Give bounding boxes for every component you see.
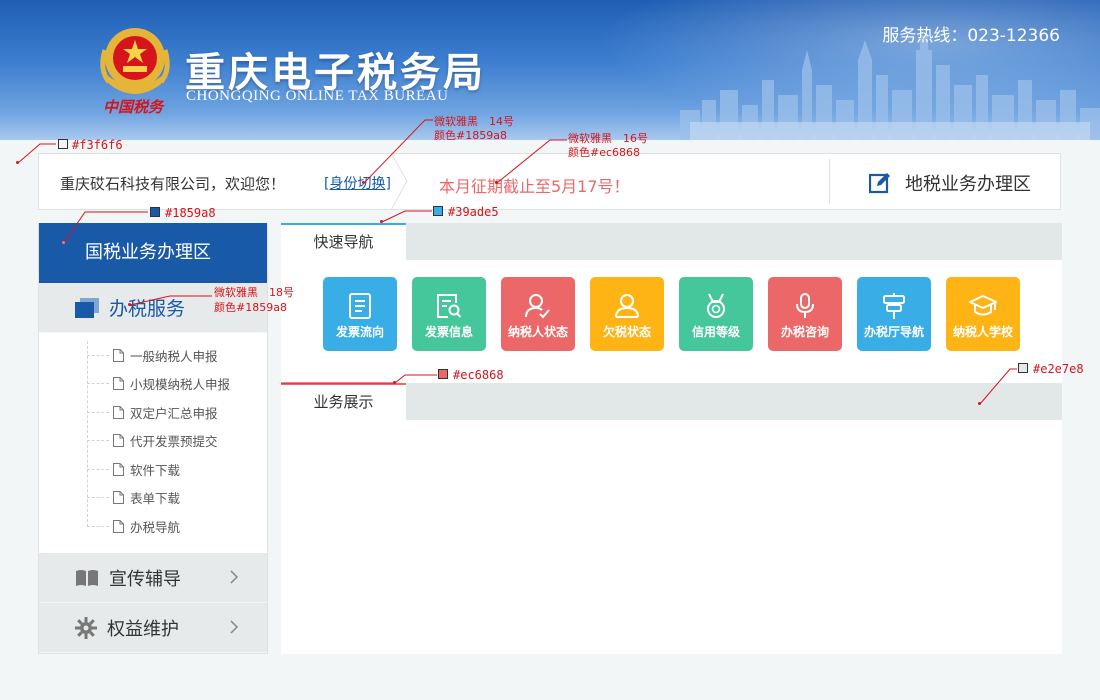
site-header: 中国税务 重庆电子税务局 CHONGQING ONLINE TAX BUREAU…	[0, 0, 1100, 140]
local-tax-zone-label: 地税业务办理区	[905, 174, 1031, 195]
document-icon	[113, 519, 124, 533]
sidebar-sub-item[interactable]: 软件下载	[87, 455, 267, 484]
site-subtitle: CHONGQING ONLINE TAX BUREAU	[186, 88, 449, 104]
nav-button-taxpayer-school[interactable]: 纳税人学校	[946, 277, 1020, 351]
sidebar-sub-item[interactable]: 小规模纳税人申报	[87, 370, 267, 399]
emblem-caption: 中国税务	[103, 98, 164, 116]
document-icon	[113, 405, 124, 419]
switch-identity-link[interactable]: [身份切换]	[324, 173, 391, 193]
user-check-icon	[525, 294, 550, 319]
local-tax-zone-link[interactable]: 地税业务办理区	[869, 170, 1031, 196]
document-icon	[113, 434, 124, 448]
document-icon	[113, 491, 124, 505]
color-swatch	[58, 139, 68, 149]
sidebar-group-publicity[interactable]: 宣传辅导	[39, 553, 267, 603]
tab-business-display[interactable]: 业务展示	[281, 383, 406, 420]
nav-button-credit-rating[interactable]: 信用等级	[679, 277, 753, 351]
document-list-icon	[349, 293, 371, 319]
nav-button-tax-consult[interactable]: 办税咨询	[768, 277, 842, 351]
sidebar-sub-item[interactable]: 办税导航	[87, 512, 267, 541]
document-icon	[113, 462, 124, 476]
business-tab-bar: 业务展示	[281, 383, 1062, 420]
quick-nav-tab-bar: 快速导航	[281, 223, 1062, 260]
nav-button-tax-arrears[interactable]: 欠税状态	[590, 277, 664, 351]
edit-icon	[869, 173, 890, 194]
microphone-icon	[796, 293, 814, 318]
bar-divider	[829, 159, 830, 204]
tab-quick-nav[interactable]: 快速导航	[281, 223, 406, 260]
main-content: 快速导航 发票流向 发票信息 纳税人状态 欠税状态 信用等级 办税咨询 办税厅导…	[281, 223, 1062, 654]
sidebar-sub-item[interactable]: 代开发票预提交	[87, 427, 267, 456]
sidebar-group-label: 权益维护	[107, 618, 179, 640]
city-skyline-illustration	[680, 35, 1100, 140]
sidebar-sub-list: 一般纳税人申报 小规模纳税人申报 双定户汇总申报 代开发票预提交 软件下载 表单…	[39, 333, 267, 553]
service-hotline: 服务热线：023-12366	[882, 26, 1060, 46]
chevron-right-icon	[230, 620, 239, 634]
sidebar-group-tax-service[interactable]: 办税服务	[39, 283, 267, 333]
quick-nav-panel: 发票流向 发票信息 纳税人状态 欠税状态 信用等级 办税咨询 办税厅导航 纳税人…	[281, 260, 1062, 377]
document-icon	[113, 348, 124, 362]
deadline-notice: 本月征期截止至5月17号！	[439, 177, 630, 196]
graduation-cap-icon	[969, 294, 997, 316]
sidebar-sub-item[interactable]: 双定户汇总申报	[87, 398, 267, 427]
nav-button-taxpayer-status[interactable]: 纳税人状态	[501, 277, 575, 351]
sidebar-head-national-tax[interactable]: 国税业务办理区	[39, 223, 267, 283]
document-icon	[113, 377, 124, 391]
nav-button-invoice-flow[interactable]: 发票流向	[323, 277, 397, 351]
sidebar-sub-item[interactable]: 表单下载	[87, 484, 267, 513]
sidebar-group-label: 办税服务	[109, 298, 186, 320]
sidebar: 国税业务办理区 办税服务 一般纳税人申报 小规模纳税人申报 双定户汇总申报 代开…	[38, 223, 268, 654]
sidebar-group-label: 宣传辅导	[109, 568, 181, 590]
user-icon	[615, 294, 639, 318]
nav-button-hall-navigation[interactable]: 办税厅导航	[857, 277, 931, 351]
chevron-right-icon	[230, 570, 239, 584]
bar-chevron-divider-icon	[390, 153, 408, 210]
annotation-marker	[16, 161, 19, 164]
welcome-bar: 重庆砹石科技有限公司，欢迎您！ [身份切换] 本月征期截止至5月17号！ 地税业…	[38, 153, 1061, 210]
gear-icon	[75, 616, 97, 639]
signpost-icon	[883, 293, 905, 319]
sidebar-sub-item[interactable]: 一般纳税人申报	[87, 341, 267, 370]
welcome-text: 重庆砹石科技有限公司，欢迎您！	[60, 175, 286, 193]
nav-button-invoice-info[interactable]: 发票信息	[412, 277, 486, 351]
window-stack-icon	[75, 297, 99, 318]
document-search-icon	[437, 294, 462, 318]
open-book-icon	[75, 569, 99, 587]
annotation-bg-color: #f3f6f6	[72, 138, 123, 152]
medal-icon	[707, 293, 725, 318]
sidebar-group-rights[interactable]: 权益维护	[39, 603, 267, 653]
